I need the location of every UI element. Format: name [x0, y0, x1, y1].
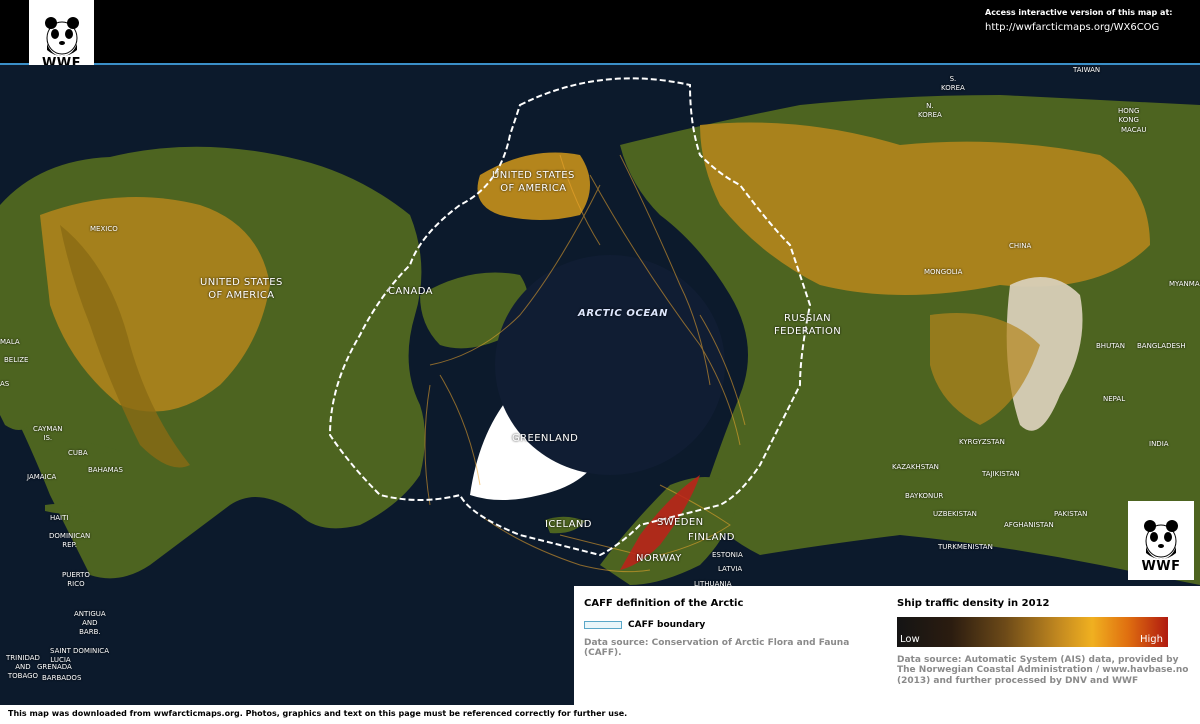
- header-bar: WWF Access interactive version of this m…: [0, 0, 1200, 77]
- gradient-high-label: High: [1140, 634, 1163, 645]
- country-label-macau: MACAU: [1121, 126, 1147, 134]
- country-label-greenland: GREENLAND: [512, 433, 579, 444]
- country-label-trinidad: TRINIDAD AND TOBAGO: [6, 654, 40, 680]
- country-label-sweden: SWEDEN: [657, 517, 704, 528]
- country-label-china: CHINA: [1009, 242, 1032, 250]
- wwf-logo-text: WWF: [1141, 559, 1181, 574]
- access-label: Access interactive version of this map a…: [985, 8, 1173, 17]
- country-label-s-korea: S. KOREA: [941, 75, 965, 92]
- country-label-saint-lucia: SAINT LUCIA: [50, 647, 71, 664]
- country-label-grenada: GRENADA: [37, 663, 72, 671]
- access-url-link[interactable]: http://wwfarcticmaps.org/WX6COG: [985, 22, 1172, 33]
- map-legend: CAFF definition of the Arctic CAFF bound…: [574, 586, 1200, 705]
- country-label-myanmar: MYANMAR: [1169, 280, 1200, 288]
- wwf-logo-bottom[interactable]: WWF: [1128, 501, 1194, 580]
- caff-data-source: Data source: Conservation of Arctic Flor…: [584, 638, 850, 659]
- country-label-belize: BELIZE: [4, 356, 29, 364]
- country-label-turkmenistan: TURKMENISTAN: [938, 543, 993, 551]
- country-label-bangladesh: BANGLADESH: [1137, 342, 1186, 350]
- ship-data-source: Data source: Automatic System (AIS) data…: [897, 655, 1189, 686]
- country-label-uzbekistan: UZBEKISTAN: [933, 510, 977, 518]
- country-label-kazakhstan: KAZAKHSTAN: [892, 463, 939, 471]
- footer-bar: This map was downloaded from wwfarcticma…: [0, 705, 1200, 724]
- country-label-bhutan: BHUTAN: [1096, 342, 1125, 350]
- country-label-russia: RUSSIAN FEDERATION: [774, 313, 842, 337]
- country-label-tajikistan: TAJIKISTAN: [982, 470, 1020, 478]
- country-label-haiti: HAITI: [50, 514, 69, 522]
- ship-density-gradient: [897, 617, 1168, 647]
- country-label-puerto-rico: PUERTO RICO: [62, 571, 90, 588]
- country-label-mexico: MEXICO: [90, 225, 118, 233]
- country-label-cayman: CAYMAN IS.: [33, 425, 63, 442]
- country-label-jamaica: JAMAICA: [27, 473, 57, 481]
- country-label-taiwan: TAIWAN: [1073, 66, 1101, 74]
- country-label-baykonur: BAYKONUR: [905, 492, 944, 500]
- footer-text: This map was downloaded from wwfarcticma…: [8, 709, 628, 718]
- gradient-low-label: Low: [900, 634, 920, 645]
- country-label-cuba: CUBA: [68, 449, 88, 457]
- caff-legend-title: CAFF definition of the Arctic: [584, 598, 744, 609]
- country-label-dominican: DOMINICAN REP.: [49, 532, 91, 549]
- ship-legend-title: Ship traffic density in 2012: [897, 598, 1050, 609]
- country-label-n-korea: N. KOREA: [918, 102, 942, 119]
- country-label-latvia: LATVIA: [718, 565, 743, 573]
- country-label-india: INDIA: [1149, 440, 1169, 448]
- country-label-mongolia: MONGOLIA: [924, 268, 963, 276]
- country-label-usa-main: UNITED STATES OF AMERICA: [200, 277, 283, 301]
- country-label-antigua: ANTIGUA AND BARB.: [74, 610, 106, 636]
- country-label-estonia: ESTONIA: [712, 551, 743, 559]
- country-label-barbados: BARBADOS: [42, 674, 82, 682]
- caff-boundary-swatch: [584, 621, 622, 629]
- country-label-iceland: ICELAND: [545, 519, 592, 530]
- caff-boundary-label: CAFF boundary: [628, 620, 706, 630]
- country-label-hong-kong: HONG KONG: [1118, 107, 1140, 124]
- country-label-as: AS: [0, 380, 10, 388]
- country-label-norway: NORWAY: [636, 553, 682, 564]
- arctic-ocean-label: ARCTIC OCEAN: [578, 308, 669, 319]
- country-label-afghanistan: AFGHANISTAN: [1004, 521, 1054, 529]
- access-info: Access interactive version of this map a…: [985, 8, 1172, 33]
- panda-icon: [44, 17, 79, 56]
- country-label-pakistan: PAKISTAN: [1054, 510, 1088, 518]
- country-label-nepal: NEPAL: [1103, 395, 1126, 403]
- panda-icon: [1144, 520, 1178, 559]
- country-label-dominica: DOMINICA: [73, 647, 109, 655]
- country-label-canada: CANADA: [388, 286, 433, 297]
- country-label-bahamas: BAHAMAS: [88, 466, 123, 474]
- country-label-guatemala: MALA: [0, 338, 20, 346]
- country-label-usa-alaska: UNITED STATES OF AMERICA: [492, 170, 575, 194]
- country-label-finland: FINLAND: [688, 532, 735, 543]
- country-label-kyrgyzstan: KYRGYZSTAN: [959, 438, 1005, 446]
